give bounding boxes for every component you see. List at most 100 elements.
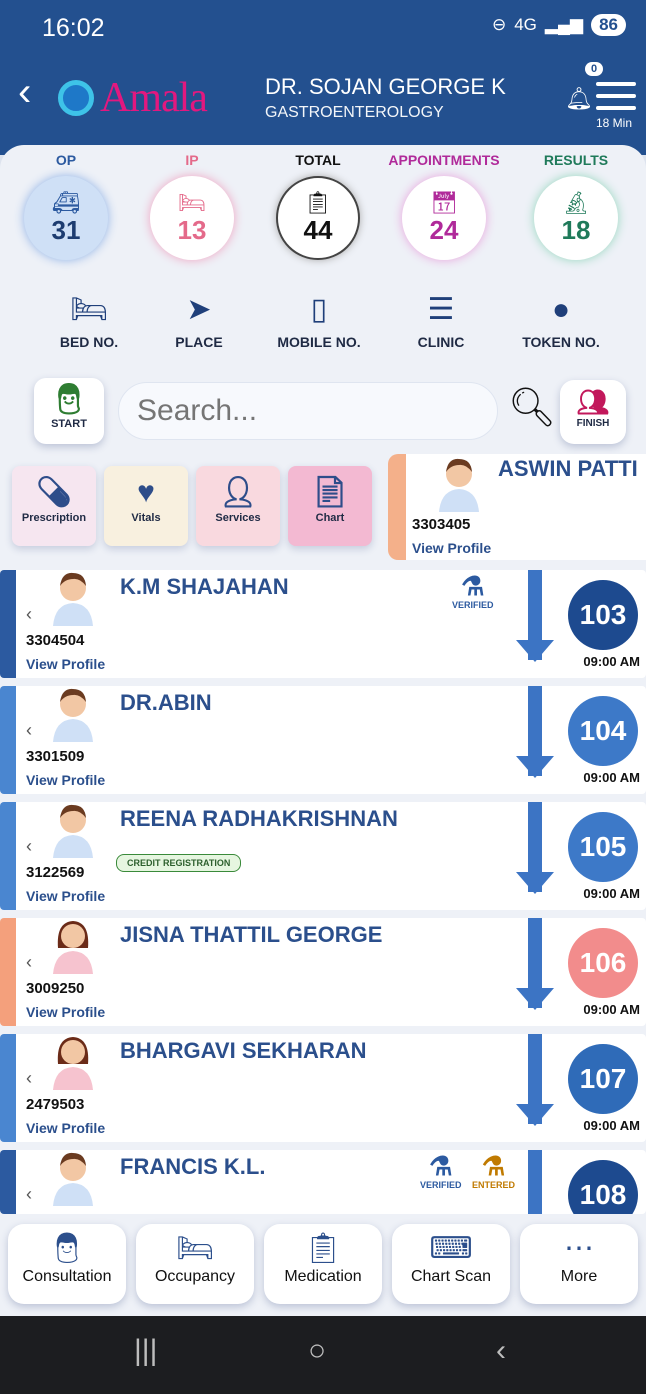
status-time: 16:02 (42, 14, 105, 42)
details-arrow-icon[interactable] (516, 1104, 554, 1126)
patient-row[interactable]: ‹ DR.ABIN 3301509 View Profile 104 09:00… (0, 686, 646, 794)
patient-row[interactable]: ‹ FRANCIS K.L. ⚗ VERIFIED ⚗ ENTERED 108 (0, 1150, 646, 1214)
chevron-left-icon[interactable]: ‹ (26, 1068, 32, 1089)
patient-row[interactable]: ‹ JISNA THATTIL GEORGE 3009250 View Prof… (0, 918, 646, 1026)
selected-patient-card[interactable]: ASWIN PATTI 3303405 View Profile (388, 454, 646, 560)
stat-op[interactable]: OP 🚑︎ 31 (6, 152, 126, 260)
nav-chart-scan[interactable]: ⌨ Chart Scan (392, 1224, 510, 1304)
stat-circle: 📋︎ 44 (276, 176, 360, 260)
view-profile-link[interactable]: View Profile (26, 656, 105, 672)
appointment-time: 09:00 AM (583, 654, 640, 669)
start-button[interactable]: 👨︎ START (34, 378, 104, 444)
stat-label: IP (185, 152, 199, 168)
system-navigation-bar: ||| ○ ‹ (0, 1316, 646, 1394)
patient-id: 3301509 (26, 748, 85, 765)
clipboard-list-icon: 📋︎ (303, 1232, 343, 1265)
stat-circle: 🚑︎ 31 (24, 176, 108, 260)
patient-name: JISNA THATTIL GEORGE (120, 922, 383, 947)
chevron-left-icon[interactable]: ‹ (26, 604, 32, 625)
filter-bed-no[interactable]: 🛏︎ BED NO. (34, 290, 144, 350)
filter-token-no[interactable]: ● TOKEN NO. (506, 290, 616, 350)
doctor-name: DR. SOJAN GEORGE K (265, 74, 506, 99)
nav-label: Consultation (22, 1268, 112, 1285)
stat-appointments[interactable]: APPOINTMENTS 📅︎ 24 (384, 152, 504, 260)
prescription-button[interactable]: 💊︎ Prescription (12, 466, 96, 546)
filter-clinic[interactable]: ☰ CLINIC (386, 290, 496, 350)
details-arrow-icon[interactable] (516, 756, 554, 778)
stat-value: 44 (303, 215, 333, 245)
appointment-time: 09:00 AM (583, 1118, 640, 1133)
filter-mobile-no[interactable]: ▯ MOBILE NO. (264, 290, 374, 350)
patient-avatar-icon (53, 572, 93, 626)
verified-stamp: ⚗ VERIFIED (452, 571, 494, 610)
filter-place[interactable]: ➤ PLACE (144, 290, 254, 350)
patient-row[interactable]: ‹ K.M SHAJAHAN 3304504 View Profile ⚗ VER… (0, 570, 646, 678)
patient-id: 2479503 (26, 1096, 85, 1113)
doctor-icon: 👨︎ (47, 1232, 87, 1265)
nav-medication[interactable]: 📋︎ Medication (264, 1224, 382, 1304)
details-arrow-icon[interactable] (516, 640, 554, 662)
chevron-left-icon[interactable]: ‹ (26, 836, 32, 857)
finish-button[interactable]: 👥︎ FINISH (560, 380, 626, 444)
stat-label: APPOINTMENTS (388, 152, 500, 168)
appointment-time: 09:00 AM (583, 1002, 640, 1017)
stat-label: TOTAL (295, 152, 341, 168)
back-icon[interactable]: ‹ (496, 1334, 506, 1368)
stat-ip[interactable]: IP 🛏︎ 13 (132, 152, 252, 260)
chevron-left-icon[interactable]: ‹ (26, 720, 32, 741)
services-button[interactable]: 👤︎ Services (196, 466, 280, 546)
details-tab[interactable] (528, 1150, 542, 1214)
stat-results[interactable]: RESULTS 🔬︎ 18 (516, 152, 636, 260)
stat-circle: 🔬︎ 18 (534, 176, 618, 260)
stat-total[interactable]: TOTAL 📋︎ 44 (258, 152, 378, 260)
nav-more[interactable]: ⋯ More (520, 1224, 638, 1304)
details-arrow-icon[interactable] (516, 988, 554, 1010)
bed-icon: 🛏︎ (178, 190, 206, 215)
view-profile-link[interactable]: View Profile (26, 772, 105, 788)
appointment-time: 09:00 AM (583, 886, 640, 901)
status-icons: ⊖ 4G ▂▄▆ 86 (492, 14, 626, 36)
filter-label: MOBILE NO. (277, 334, 361, 350)
patient-avatar-female-icon (53, 1037, 93, 1090)
search-icon[interactable]: 🔍︎ (508, 388, 556, 428)
nav-occupancy[interactable]: 🛏︎ Occupancy (136, 1224, 254, 1304)
stat-value: 24 (429, 215, 459, 245)
stat-value: 18 (561, 215, 591, 245)
home-icon[interactable]: ○ (308, 1334, 326, 1368)
hamburger-menu-icon[interactable] (596, 82, 636, 118)
details-arrow-icon[interactable] (516, 872, 554, 894)
calendar-icon: 📅︎ (430, 190, 458, 215)
start-label: START (51, 418, 87, 430)
back-button[interactable]: ‹ (18, 72, 31, 112)
entered-stamp: ⚗ ENTERED (472, 1151, 516, 1190)
notification-badge: 0 (585, 62, 604, 76)
filter-label: BED NO. (59, 334, 119, 350)
bell-icon[interactable]: 🔔︎ (565, 86, 593, 112)
view-profile-link[interactable]: View Profile (26, 1120, 105, 1136)
patient-name: FRANCIS K.L. (120, 1154, 266, 1179)
view-profile-link[interactable]: View Profile (26, 888, 105, 904)
view-profile-link[interactable]: View Profile (26, 1004, 105, 1020)
chevron-left-icon[interactable]: ‹ (26, 1184, 32, 1205)
vitals-button[interactable]: ♥ Vitals (104, 466, 188, 546)
chevron-left-icon[interactable]: ‹ (26, 952, 32, 973)
patient-name: K.M SHAJAHAN (120, 574, 289, 599)
patient-avatar-icon (53, 804, 93, 858)
patient-avatar-icon (439, 458, 479, 512)
search-input[interactable] (118, 382, 498, 440)
stat-label: RESULTS (543, 152, 609, 168)
patient-row[interactable]: ‹ REENA RADHAKRISHNAN 3122569 CREDIT REG… (0, 802, 646, 910)
app-header: ‹ Amala DR. SOJAN GEORGE K GASTROENTEROL… (0, 60, 646, 155)
patient-row[interactable]: ‹ BHARGAVI SEKHARAN 2479503 View Profile… (0, 1034, 646, 1142)
clipboard-icon: 📋︎ (304, 190, 332, 215)
chart-button[interactable]: 📄︎ Chart (288, 466, 372, 546)
view-profile-link[interactable]: View Profile (412, 540, 491, 556)
action-label: Chart (315, 512, 345, 524)
nav-consultation[interactable]: 👨︎ Consultation (8, 1224, 126, 1304)
flask-icon: ⚗ (461, 571, 485, 601)
stat-value: 13 (177, 215, 207, 245)
action-label: Prescription (21, 512, 87, 524)
recent-apps-icon[interactable]: ||| (134, 1334, 157, 1368)
status-bar: 16:02 ⊖ 4G ▂▄▆ 86 (0, 0, 646, 60)
patient-id: 3009250 (26, 980, 85, 997)
